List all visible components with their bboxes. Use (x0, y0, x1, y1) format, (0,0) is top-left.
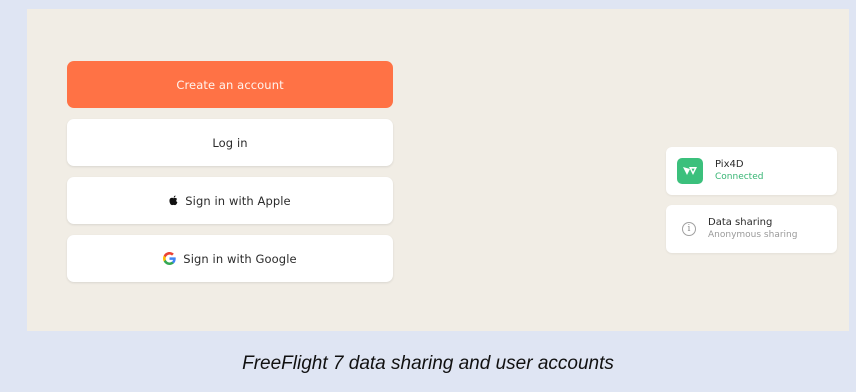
data-sharing-text: Data sharing Anonymous sharing (708, 216, 797, 242)
data-sharing-subtitle: Anonymous sharing (708, 230, 798, 240)
data-sharing-card[interactable]: i Data sharing Anonymous sharing (666, 205, 837, 253)
info-icon: i (682, 222, 696, 236)
sign-in-apple-button[interactable]: Sign in with Apple (67, 177, 393, 224)
figure-caption: FreeFlight 7 data sharing and user accou… (242, 353, 614, 374)
pix4d-logo-icon (677, 158, 703, 184)
create-account-label: Create an account (176, 77, 284, 92)
pix4d-name: Pix4D (715, 159, 744, 170)
data-sharing-title: Data sharing (708, 217, 773, 228)
sign-in-google-label: Sign in with Google (183, 251, 297, 266)
google-icon (163, 252, 177, 265)
pix4d-text: Pix4D Connected (715, 158, 763, 184)
pix4d-card[interactable]: Pix4D Connected (666, 147, 837, 195)
sign-in-apple-label: Sign in with Apple (185, 193, 291, 208)
login-label: Log in (212, 135, 248, 150)
pix4d-status: Connected (715, 172, 764, 182)
apple-icon (169, 195, 178, 206)
sign-in-google-button[interactable]: Sign in with Google (67, 235, 393, 282)
app-screen: Create an account Log in Sign in with Ap… (27, 9, 849, 331)
login-button[interactable]: Log in (67, 119, 393, 166)
create-account-button[interactable]: Create an account (67, 61, 393, 108)
